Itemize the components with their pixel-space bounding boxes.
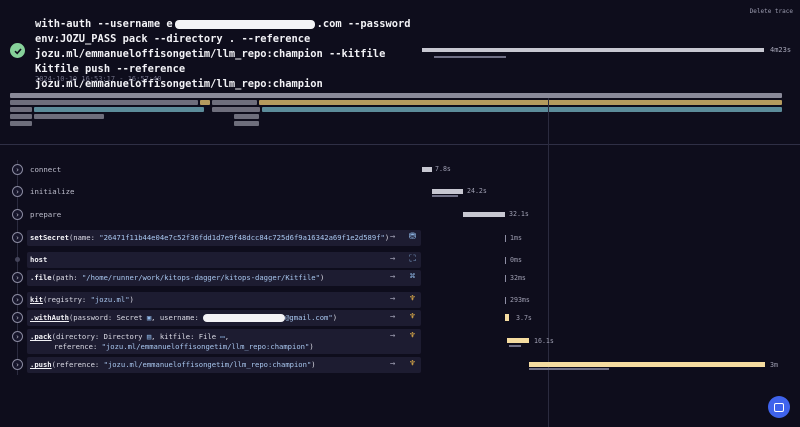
span-duration: 16.1s [534,337,554,345]
secret-icon: ⛃ [408,232,417,242]
span-row-withauth[interactable]: › .withAuth(password: Secret ▣, username… [0,310,800,327]
minimap-bar [259,100,782,105]
span-row-host[interactable]: host → ⛶ 0ms [0,252,800,269]
span-row-connect[interactable]: › connect 7.8s [0,162,800,179]
divider [0,144,800,145]
chevron-right-icon[interactable]: › [12,186,23,197]
trace-duration-sub-bar [434,56,506,58]
span-duration-bar [422,167,432,172]
minimap-bar [10,121,32,126]
span-duration-bar [507,338,529,343]
minimap-bar [234,121,259,126]
span-duration: 24.2s [467,187,487,195]
arrow-right-icon[interactable]: → [390,232,395,242]
span-tick [505,297,506,304]
span-label: prepare [30,210,62,219]
span-tick [505,235,506,242]
minimap-bar [10,107,32,112]
span-duration-bar [529,362,765,367]
span-duration: 7.8s [435,165,451,173]
span-tick [505,257,506,264]
span-row-pack[interactable]: › .pack(directory: Directory ▤, kitfile:… [0,329,800,356]
file-icon: ⌘ [409,272,416,282]
kit-module-icon: ♆ [409,331,416,341]
kit-module-icon: ♆ [409,312,416,322]
chat-icon [774,402,784,412]
span-duration: 293ms [510,296,530,304]
leaf-dot [15,257,20,262]
span-sub-bar [509,345,521,347]
span-tick [505,275,506,282]
chevron-right-icon[interactable]: › [12,232,23,243]
minimap-bar [10,114,32,119]
trace-timestamp: 2024-10-10 16:53:17 - 16:57:40 [35,75,162,83]
chevron-right-icon[interactable]: › [12,209,23,220]
redacted-text [174,19,315,29]
span-duration: 3.7s [516,314,532,322]
chevron-right-icon[interactable]: › [12,359,23,370]
call-card[interactable]: kit(registry: "jozu.ml") → ♆ [27,292,421,308]
delete-trace-button[interactable]: Delete trace [750,8,793,15]
chevron-right-icon[interactable]: › [12,294,23,305]
call-card[interactable]: setSecret(name: "26471f11b44e04e7c52f36f… [27,230,421,246]
minimap-bar [262,107,782,112]
arrow-right-icon[interactable]: → [390,359,395,369]
minimap-bar [200,100,210,105]
span-duration-bar [432,189,463,194]
call-card[interactable]: .file(path: "/home/runner/work/kitops-da… [27,270,421,286]
chevron-right-icon[interactable]: › [12,331,23,342]
arrow-right-icon[interactable]: → [390,312,395,322]
success-check-icon [10,43,25,58]
span-row-kit[interactable]: › kit(registry: "jozu.ml") → ♆ 293ms [0,292,800,309]
span-label: connect [30,165,62,174]
span-sub-bar [529,368,609,370]
span-row-file[interactable]: › .file(path: "/home/runner/work/kitops-… [0,270,800,287]
minimap-bar [212,107,260,112]
minimap-bar [234,114,259,119]
call-card[interactable]: .withAuth(password: Secret ▣, username: … [27,310,421,326]
arrow-right-icon[interactable]: → [390,331,395,341]
span-duration: 32ms [510,274,526,282]
span-row-initialize[interactable]: › initialize 24.2s [0,184,800,201]
arrow-right-icon[interactable]: → [390,254,395,264]
span-duration-bar [505,314,509,321]
redacted-text [203,314,286,322]
kit-module-icon: ♆ [409,359,416,369]
span-duration: 3m [770,361,778,369]
span-duration: 0ms [510,256,522,264]
span-row-prepare[interactable]: › prepare 32.1s [0,207,800,224]
span-duration: 1ms [510,234,522,242]
span-row-setsecret[interactable]: › setSecret(name: "26471f11b44e04e7c52f3… [0,230,800,247]
span-label: initialize [30,187,75,196]
arrow-right-icon[interactable]: → [390,272,395,282]
chevron-right-icon[interactable]: › [12,272,23,283]
minimap-bar [212,100,257,105]
span-duration: 32.1s [509,210,529,218]
span-row-push[interactable]: › .push(reference: "jozu.ml/emmanueloffi… [0,357,800,374]
trace-duration-bar [422,48,764,52]
call-card[interactable]: .pack(directory: Directory ▤, kitfile: F… [27,329,421,354]
trace-header: with-auth --username e .com --password en… [0,0,800,145]
minimap-bar [10,100,198,105]
minimap-bar [34,107,204,112]
trace-duration: 4m23s [770,46,792,54]
chevron-right-icon[interactable]: › [12,312,23,323]
call-card[interactable]: host → ⛶ [27,252,421,268]
host-icon: ⛶ [409,254,416,264]
span-duration-bar [463,212,505,217]
kit-module-icon: ♆ [409,294,416,304]
chat-launcher-button[interactable] [768,396,790,418]
span-sub-bar [432,195,458,197]
minimap-bar [10,93,782,98]
call-card[interactable]: .push(reference: "jozu.ml/emmanueloffiso… [27,357,421,373]
chevron-right-icon[interactable]: › [12,164,23,175]
minimap-bar [34,114,104,119]
arrow-right-icon[interactable]: → [390,294,395,304]
